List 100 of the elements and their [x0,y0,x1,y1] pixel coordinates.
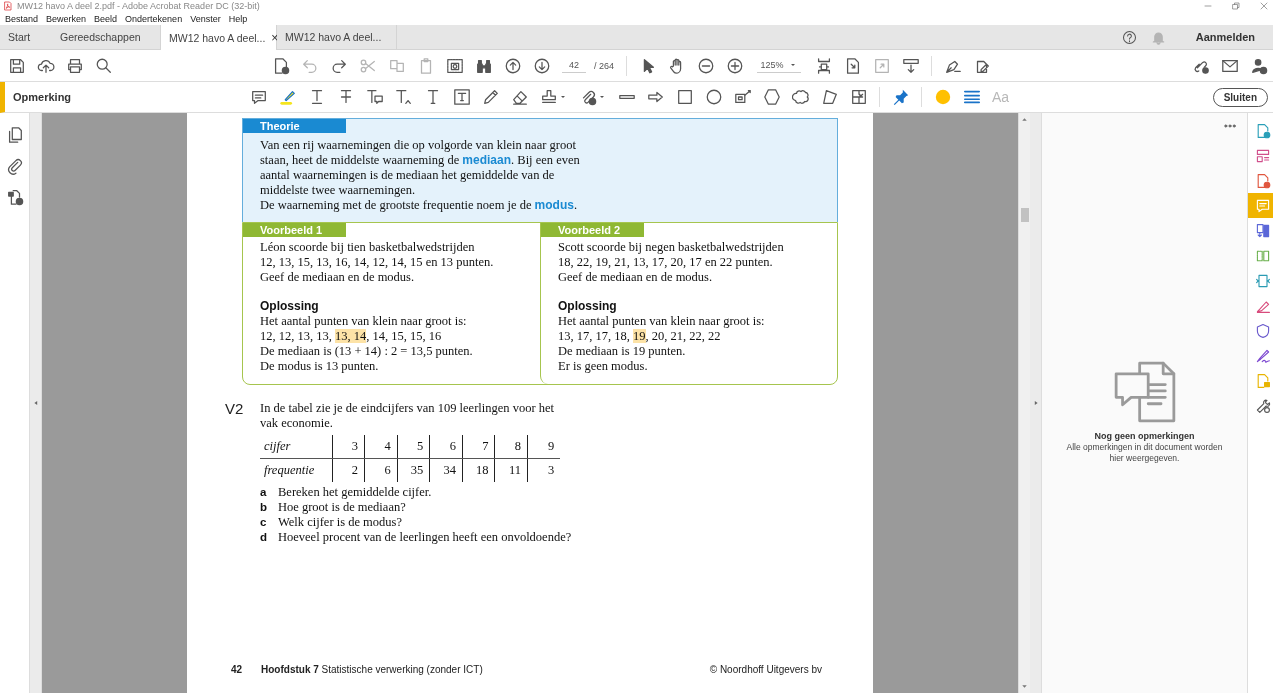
table-cell: 4 [364,435,398,459]
menu-item[interactable]: Bestand [5,12,39,25]
callout-icon[interactable] [733,88,752,106]
theory-text: De waarneming met de grootste frequentie noem je de modus. [260,198,579,213]
frame-icon[interactable] [849,88,868,106]
table-cell: 34 [429,458,463,482]
solution-text: Het aantal punten van klein naar groot is: 12, 12, 13, 13, 13, 14, 14, 15, 15, 16 De mediaan is (13 + 14) : 2 = 13,5 punten. De modus is 13 punten. [260,314,474,374]
polyline-icon[interactable] [820,88,839,106]
exercise-number: V2 [225,401,245,419]
menu-item[interactable]: Ondertekenen [125,12,183,25]
copyright: © Noordhoff Uitgevers bv [709,663,822,677]
close-icon[interactable] [1259,1,1269,11]
pdf-file-icon [3,1,13,11]
zoom-dropdown[interactable]: 125% [757,58,802,73]
table-cell: 2 [332,458,365,482]
file-info-icon[interactable] [5,188,24,206]
form-icon [1254,147,1271,164]
empty-message: Alle opmerkingen in dit document worden hier weergegeven. [1066,442,1223,464]
table-header: frequentie [260,458,332,482]
example-question: Léon scoorde bij tien basketbalwedstrijden 12, 13, 15, 13, 16, 14, 12, 14, 15 en 13 punten. Geef de mediaan en de modus. [260,240,495,285]
solution-text: Het aantal punten van klein naar groot is: 13, 17, 17, 18, 19, 20, 21, 22, 22 De mediaan is 19 punten. Er is geen modus. [558,314,766,374]
tab[interactable]: MW12 havo A deel... [277,25,397,49]
print-icon[interactable] [65,56,84,75]
line-width-icon[interactable] [962,88,981,106]
wrench-icon [1254,397,1271,414]
color-picker-icon[interactable] [933,88,952,106]
help-icon[interactable] [1121,29,1137,45]
example-label: Voorbeeld 2 [541,223,644,237]
table-cell: 3 [527,458,561,482]
table-cell: 9 [527,435,561,459]
question-letter: d [260,530,269,545]
solution-heading: Oplossing [260,299,320,314]
menu-item[interactable]: Beeld [94,12,118,25]
comment-icon [1254,197,1271,214]
add-user-icon[interactable] [1249,56,1268,75]
question-text: Hoeveel procent van de leerlingen heeft een onvoldoende? [278,530,572,545]
table-cell: 3 [332,435,365,459]
polygon-icon[interactable] [762,88,781,106]
zoom-out-icon[interactable] [696,56,715,75]
text-box-icon[interactable] [452,88,471,106]
exercise-text: In de tabel zie je de eindcijfers van 109 leerlingen voor het vak economie. [260,401,555,431]
question-text: Bereken het gemiddelde cijfer. [278,485,432,500]
table-cell: 11 [494,458,528,482]
insert-text-icon[interactable] [394,88,413,106]
snapshot-icon[interactable] [445,56,464,75]
example-question: Scott scoorde bij negen basketbalwedstrijden 18, 22, 19, 21, 13, 17, 20, 17 en 22 punten. Geef de mediaan en de modus. [558,240,785,285]
signature-icon [1254,347,1271,364]
page-number: 42 [231,663,244,677]
chapter-title: Hoofdstuk 7 Statistische verwerking (zonder ICT) [261,663,483,677]
table-cell: 6 [364,458,398,482]
combine-icon [1254,222,1271,239]
sticky-note-icon[interactable] [249,88,268,106]
question-text: Welk cijfer is de modus? [278,515,402,530]
table-cell: 6 [429,435,463,459]
close-button[interactable]: Sluiten [1212,87,1268,107]
tab[interactable]: MW12 havo A deel... × [160,25,277,50]
shield-icon [1254,322,1271,339]
stamp-icon[interactable] [539,88,558,106]
question-letter: b [260,500,269,515]
scan-icon [1254,272,1271,289]
table-header: cijfer [260,435,332,459]
question-letter: a [260,485,268,500]
eraser-icon[interactable] [510,88,529,106]
toolbar-title: Opmerking [12,91,73,103]
previous-page-icon[interactable] [503,56,522,75]
table-cell: 5 [397,435,430,459]
pin-icon[interactable] [891,88,910,106]
page-number-field[interactable]: 42 [562,58,586,73]
page-count: / 264 [594,60,615,71]
pencil-icon[interactable] [481,88,500,106]
paperclip-icon[interactable] [5,157,24,175]
table-cell: 35 [397,458,430,482]
menu-item[interactable]: Venster [190,12,221,25]
table-cell: 18 [462,458,495,482]
menu-item[interactable]: Help [228,12,248,25]
table-cell: 8 [494,435,528,459]
scroll-down-icon[interactable] [1020,682,1029,691]
scroll-thumb[interactable] [1021,208,1029,222]
search-icon[interactable] [94,56,113,75]
save-icon[interactable] [7,56,26,75]
scroll-up-icon[interactable] [1020,115,1029,124]
scroll-mode-icon[interactable] [901,56,920,75]
restore-icon[interactable] [1231,1,1241,11]
menu-item[interactable]: Bewerken [46,12,87,25]
question-text: Hoe groot is de mediaan? [278,500,406,515]
sign-in-button[interactable]: Aanmelden [1189,30,1261,44]
cloud-icon[interactable] [791,88,810,106]
zoom-in-icon[interactable] [725,56,744,75]
table-cell: 7 [462,435,495,459]
ellipse-icon[interactable] [704,88,723,106]
example-label: Voorbeeld 1 [243,223,346,237]
comments-empty-icon [1113,361,1176,423]
next-page-icon[interactable] [532,56,551,75]
rectangle-icon[interactable] [675,88,694,106]
question-letter: c [260,515,268,530]
empty-title: Nog geen opmerkingen [1094,431,1195,441]
highlighter-icon[interactable] [278,88,297,106]
section-label: Theorie [243,119,346,133]
replace-text-icon[interactable] [365,88,384,106]
theory-text: Van een rij waarnemingen die op volgorde van klein naar groot staan, heet de middelste waarneming de mediaan. Bij een even aantal waarnemingen is de mediaan het gemiddelde van de middelste twee waarnemingen. [260,138,581,198]
